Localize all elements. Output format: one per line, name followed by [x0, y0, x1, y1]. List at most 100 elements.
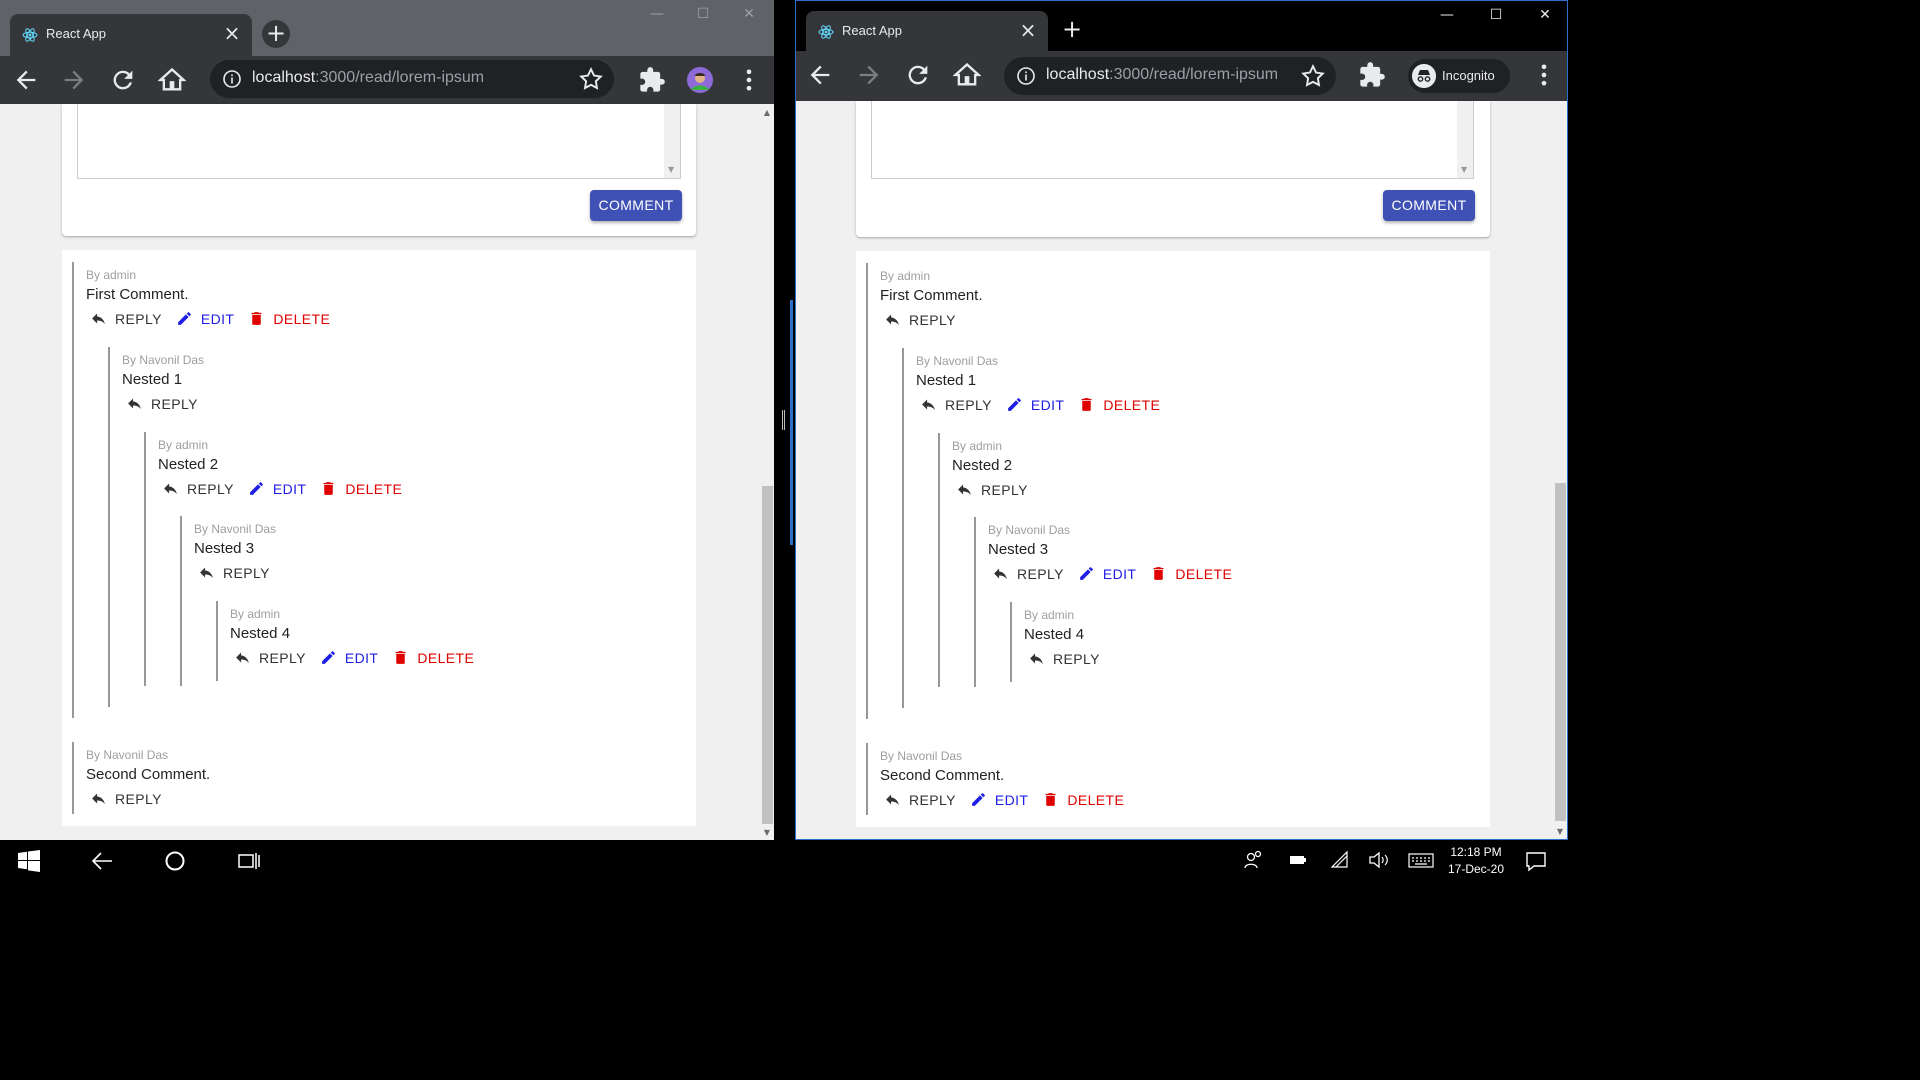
- thread-line: [866, 263, 868, 719]
- tab-strip: React App × + — ☐ ✕: [0, 0, 774, 56]
- cortana-icon[interactable]: [164, 850, 186, 872]
- reload-icon[interactable]: [109, 66, 137, 94]
- reply-icon: [164, 483, 177, 495]
- page-scrollbar[interactable]: ▼: [1553, 101, 1567, 839]
- reply-button[interactable]: REPLY: [162, 480, 234, 497]
- comment: By Navonil Das Nested 3 REPLY: [194, 522, 594, 592]
- comment-actions: REPLY: [90, 790, 176, 812]
- home-icon[interactable]: [953, 61, 981, 89]
- close-tab-icon[interactable]: ×: [1018, 20, 1038, 41]
- bookmark-star-icon[interactable]: [1300, 63, 1326, 89]
- reply-button[interactable]: REPLY: [90, 790, 162, 807]
- page-scrollbar[interactable]: ▲ ▼: [760, 104, 774, 840]
- comment-actions: REPLY: [884, 311, 970, 333]
- textarea-scrollbar[interactable]: ▼: [664, 104, 680, 178]
- comment-button[interactable]: COMMENT: [1383, 190, 1475, 221]
- clock[interactable]: 12:18 PM 17-Dec-20: [1440, 844, 1512, 878]
- edit-button[interactable]: EDIT: [1006, 396, 1065, 413]
- reply-label: REPLY: [151, 396, 198, 412]
- delete-trash-icon: [395, 651, 406, 664]
- back-arrow-icon[interactable]: [90, 850, 114, 872]
- reply-icon: [236, 652, 249, 664]
- minimize-button[interactable]: —: [642, 6, 672, 26]
- back-icon[interactable]: [806, 61, 834, 89]
- comment-textarea[interactable]: ▼: [77, 104, 681, 179]
- scroll-down-arrow-icon[interactable]: ▼: [1555, 827, 1565, 837]
- comment-button[interactable]: COMMENT: [590, 190, 682, 221]
- reply-button[interactable]: REPLY: [1028, 650, 1100, 667]
- edit-label: EDIT: [344, 650, 379, 666]
- forward-icon[interactable]: [60, 66, 88, 94]
- incognito-badge[interactable]: Incognito: [1408, 59, 1510, 93]
- reply-button[interactable]: REPLY: [884, 791, 956, 808]
- reply-button[interactable]: REPLY: [90, 310, 162, 327]
- scroll-down-arrow-icon[interactable]: ▼: [762, 828, 772, 838]
- url-text: localhost:3000/read/lorem-ipsum: [1046, 66, 1279, 83]
- info-icon[interactable]: [1016, 66, 1036, 86]
- task-view-icon[interactable]: [237, 850, 261, 872]
- edit-button[interactable]: EDIT: [970, 791, 1029, 808]
- close-window-button[interactable]: ✕: [1530, 7, 1560, 27]
- edit-button[interactable]: EDIT: [176, 310, 235, 327]
- react-logo-icon: [818, 25, 834, 39]
- snap-divider-handle[interactable]: [782, 410, 785, 430]
- extensions-icon[interactable]: [1358, 61, 1386, 89]
- delete-button[interactable]: DELETE: [392, 649, 474, 666]
- new-tab-button[interactable]: +: [1058, 16, 1086, 44]
- scrollbar-thumb[interactable]: [1555, 483, 1566, 821]
- back-icon[interactable]: [12, 66, 40, 94]
- forward-icon[interactable]: [855, 61, 883, 89]
- notifications-icon[interactable]: [1525, 850, 1547, 872]
- address-bar[interactable]: localhost:3000/read/lorem-ipsum: [1004, 57, 1336, 95]
- people-icon[interactable]: [1243, 850, 1263, 870]
- reply-button[interactable]: REPLY: [884, 311, 956, 328]
- reply-button[interactable]: REPLY: [126, 395, 198, 412]
- delete-label: DELETE: [1067, 792, 1125, 808]
- wifi-icon[interactable]: [1330, 850, 1350, 870]
- bookmark-star-icon[interactable]: [578, 66, 604, 92]
- delete-label: DELETE: [417, 650, 475, 666]
- maximize-button[interactable]: ☐: [1481, 7, 1511, 27]
- comment-textarea[interactable]: ▼: [871, 101, 1474, 179]
- extensions-icon[interactable]: [638, 66, 666, 94]
- close-window-button[interactable]: ✕: [734, 6, 764, 26]
- delete-button[interactable]: DELETE: [248, 310, 330, 327]
- edit-button[interactable]: EDIT: [320, 649, 379, 666]
- info-icon[interactable]: [222, 69, 242, 89]
- home-icon[interactable]: [158, 66, 186, 94]
- menu-icon[interactable]: [1530, 61, 1558, 89]
- reply-button[interactable]: REPLY: [956, 481, 1028, 498]
- delete-trash-icon: [1081, 398, 1092, 411]
- reply-button[interactable]: REPLY: [198, 564, 270, 581]
- textarea-scrollbar[interactable]: ▼: [1457, 101, 1473, 178]
- comment-author: By admin: [952, 439, 1003, 453]
- battery-icon[interactable]: [1288, 850, 1308, 870]
- reply-button[interactable]: REPLY: [920, 396, 992, 413]
- minimize-button[interactable]: —: [1432, 7, 1462, 27]
- address-bar[interactable]: localhost:3000/read/lorem-ipsum: [210, 60, 614, 98]
- menu-icon[interactable]: [735, 66, 763, 94]
- thread-line: [216, 601, 218, 681]
- reply-button[interactable]: REPLY: [234, 649, 306, 666]
- reply-button[interactable]: REPLY: [992, 565, 1064, 582]
- comment-text: First Comment.: [86, 286, 189, 303]
- reply-icon: [92, 313, 105, 325]
- delete-button[interactable]: DELETE: [1078, 396, 1160, 413]
- edit-button[interactable]: EDIT: [248, 480, 307, 497]
- reload-icon[interactable]: [904, 61, 932, 89]
- windows-start-icon[interactable]: [18, 850, 40, 872]
- volume-icon[interactable]: [1368, 850, 1390, 870]
- maximize-button[interactable]: ☐: [688, 6, 718, 26]
- scroll-up-arrow-icon[interactable]: ▲: [762, 108, 772, 118]
- delete-button[interactable]: DELETE: [320, 480, 402, 497]
- browser-tab[interactable]: React App ×: [10, 14, 252, 56]
- close-tab-icon[interactable]: ×: [222, 23, 242, 44]
- delete-button[interactable]: DELETE: [1042, 791, 1124, 808]
- edit-button[interactable]: EDIT: [1078, 565, 1137, 582]
- keyboard-icon[interactable]: [1408, 850, 1434, 870]
- profile-avatar[interactable]: [686, 66, 714, 94]
- new-tab-button[interactable]: +: [262, 20, 290, 48]
- scrollbar-thumb[interactable]: [762, 486, 773, 824]
- delete-button[interactable]: DELETE: [1150, 565, 1232, 582]
- browser-tab[interactable]: React App ×: [806, 11, 1048, 51]
